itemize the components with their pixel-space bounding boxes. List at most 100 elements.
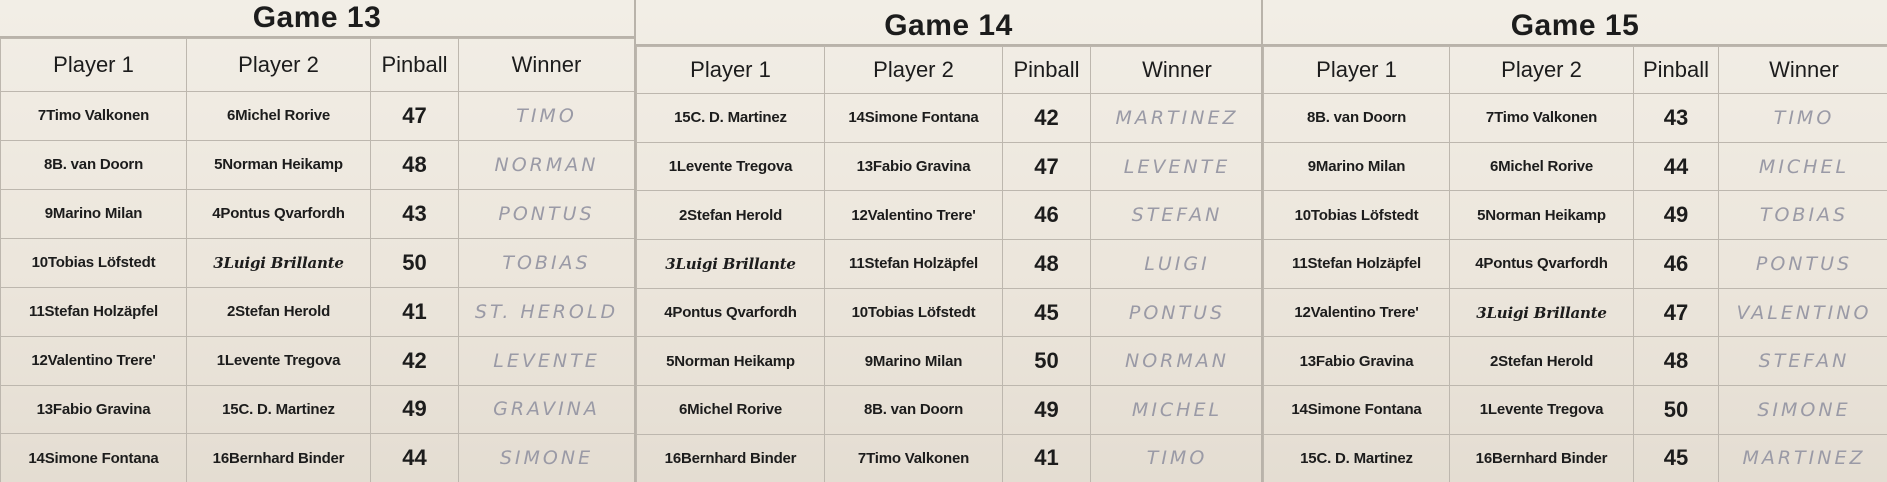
column-header-winner: Winner xyxy=(458,38,635,92)
player-1-cell: 11Stefan Holzäpfel xyxy=(1263,239,1450,289)
player-1-cell: 9Marino Milan xyxy=(0,188,187,239)
player-1-cell: 2Stefan Herold xyxy=(636,190,825,241)
column-header-pinball: Pinball xyxy=(1002,46,1091,94)
game-15-panel: Game 15 Player 1 Player 2 Pinball Winner… xyxy=(1261,0,1887,482)
pinball-cell: 46 xyxy=(1633,239,1719,289)
table-row: 11Stefan Holzäpfel 4Pontus Qvarfordh 46 PON… xyxy=(1263,239,1887,289)
game-14-panel: Game 14 Player 1 Player 2 Pinball Winner… xyxy=(634,0,1264,482)
winner-cell: PONTUS xyxy=(458,188,635,239)
pinball-cell: 43 xyxy=(1633,93,1719,143)
player-2-cell: 6Michel Rorive xyxy=(186,91,371,141)
player-2-cell: 6Michel Rorive xyxy=(1449,141,1634,192)
pinball-cell: 41 xyxy=(1002,433,1091,482)
game-13-panel: Game 13 Player 1 Player 2 Pinball Winner… xyxy=(0,0,635,482)
game-13-table: Player 1 Player 2 Pinball Winner 7Timo V… xyxy=(0,38,635,482)
player-2-cell: 1Levente Tregova xyxy=(186,335,371,386)
game-14-table: Player 1 Player 2 Pinball Winner 15C. D.… xyxy=(636,46,1264,482)
pinball-cell: 42 xyxy=(370,335,459,386)
pinball-cell: 50 xyxy=(1002,336,1091,387)
player-1-cell: 14Simone Fontana xyxy=(1263,385,1450,435)
pinball-cell: 50 xyxy=(1633,385,1719,435)
pinball-cell: 49 xyxy=(370,384,459,435)
game-title: Game 14 xyxy=(636,0,1261,46)
pinball-cell: 44 xyxy=(1633,141,1719,192)
winner-cell: MICHEL xyxy=(1718,141,1887,192)
table-row: 11Stefan Holzäpfel 2Stefan Herold 41 ST. HE… xyxy=(0,286,635,337)
table-row: 13Fabio Gravina 15C. D. Martinez 49 GRAVINA xyxy=(0,384,635,435)
player-2-cell: 16Bernhard Binder xyxy=(1449,433,1634,482)
column-header-pinball: Pinball xyxy=(370,38,459,92)
table-row: 10Tobias Löfstedt 5Norman Heikamp 49 TOBIAS xyxy=(1263,190,1887,241)
winner-cell: TOBIAS xyxy=(458,237,635,288)
player-1-cell: 1Levente Tregova xyxy=(636,141,825,192)
table-row: 14Simone Fontana 16Bernhard Binder 44 SIMON… xyxy=(0,433,635,482)
winner-cell: LUIGI xyxy=(1090,239,1264,289)
column-header-winner: Winner xyxy=(1090,46,1264,94)
game-title: Game 13 xyxy=(0,0,634,38)
pinball-cell: 47 xyxy=(1633,287,1719,338)
score-sheet: Game 13 Player 1 Player 2 Pinball Winner… xyxy=(0,0,1887,482)
pinball-cell: 48 xyxy=(370,139,459,190)
winner-cell: STEFAN xyxy=(1718,336,1887,387)
table-row: 16Bernhard Binder 7Timo Valkonen 41 TIMO xyxy=(636,433,1264,482)
pinball-cell: 49 xyxy=(1633,190,1719,241)
column-header-player-2: Player 2 xyxy=(1449,46,1634,94)
table-row: 4Pontus Qvarfordh 10Tobias Löfstedt 45 PONT… xyxy=(636,287,1264,338)
player-2-cell: 8B. van Doorn xyxy=(824,385,1003,435)
player-1-cell: 6Michel Rorive xyxy=(636,385,825,435)
player-2-cell: 16Bernhard Binder xyxy=(186,433,371,482)
column-header-player-2: Player 2 xyxy=(824,46,1003,94)
pinball-cell: 47 xyxy=(1002,141,1091,192)
player-2-cell: 5Norman Heikamp xyxy=(1449,190,1634,241)
player-2-cell: 5Norman Heikamp xyxy=(186,139,371,190)
header-row: Player 1 Player 2 Pinball Winner xyxy=(0,38,635,92)
player-1-cell: 9Marino Milan xyxy=(1263,141,1450,192)
pinball-cell: 47 xyxy=(370,91,459,141)
player-1-cell: 12Valentino Trere' xyxy=(1263,287,1450,338)
column-header-pinball: Pinball xyxy=(1633,46,1719,94)
table-row: 5Norman Heikamp 9Marino Milan 50 NORMAN xyxy=(636,336,1264,387)
player-2-cell: 11Stefan Holzäpfel xyxy=(824,239,1003,289)
player-2-cell: 15C. D. Martinez xyxy=(186,384,371,435)
player-1-cell: 13Fabio Gravina xyxy=(0,384,187,435)
winner-cell: VALENTINO xyxy=(1718,287,1887,338)
player-2-cell: 14Simone Fontana xyxy=(824,93,1003,143)
table-row: 1Levente Tregova 13Fabio Gravina 47 LEVENTE xyxy=(636,141,1264,192)
table-row: 15C. D. Martinez 16Bernhard Binder 45 MARTI… xyxy=(1263,433,1887,482)
player-2-cell: 3Luigi Brillante xyxy=(186,237,371,288)
player-2-cell: 2Stefan Herold xyxy=(186,286,371,337)
column-header-player-1: Player 1 xyxy=(1263,46,1450,94)
winner-cell: PONTUS xyxy=(1090,287,1264,338)
player-1-cell: 5Norman Heikamp xyxy=(636,336,825,387)
winner-cell: TIMO xyxy=(458,91,635,141)
winner-cell: GRAVINA xyxy=(458,384,635,435)
pinball-cell: 50 xyxy=(370,237,459,288)
pinball-cell: 49 xyxy=(1002,385,1091,435)
player-2-cell: 2Stefan Herold xyxy=(1449,336,1634,387)
pinball-cell: 43 xyxy=(370,188,459,239)
player-1-cell: 14Simone Fontana xyxy=(0,433,187,482)
winner-cell: MARTINEZ xyxy=(1090,93,1264,143)
table-row: 6Michel Rorive 8B. van Doorn 49 MICHEL xyxy=(636,385,1264,435)
table-row: 10Tobias Löfstedt 3Luigi Brillante 50 TOBIA… xyxy=(0,237,635,288)
player-2-cell: 3Luigi Brillante xyxy=(1449,287,1634,338)
winner-cell: ST. HEROLD xyxy=(458,286,635,337)
table-row: 7Timo Valkonen 6Michel Rorive 47 TIMO xyxy=(0,91,635,141)
column-header-player-1: Player 1 xyxy=(636,46,825,94)
table-row: 9Marino Milan 6Michel Rorive 44 MICHEL xyxy=(1263,141,1887,192)
winner-cell: TIMO xyxy=(1718,93,1887,143)
table-row: 8B. van Doorn 5Norman Heikamp 48 NORMAN xyxy=(0,139,635,190)
player-1-cell: 15C. D. Martinez xyxy=(1263,433,1450,482)
column-header-player-2: Player 2 xyxy=(186,38,371,92)
winner-cell: STEFAN xyxy=(1090,190,1264,241)
winner-cell: PONTUS xyxy=(1718,239,1887,289)
table-row: 14Simone Fontana 1Levente Tregova 50 SIMONE xyxy=(1263,385,1887,435)
pinball-cell: 45 xyxy=(1002,287,1091,338)
player-2-cell: 13Fabio Gravina xyxy=(824,141,1003,192)
player-1-cell: 4Pontus Qvarfordh xyxy=(636,287,825,338)
header-row: Player 1 Player 2 Pinball Winner xyxy=(1263,46,1887,94)
table-row: 9Marino Milan 4Pontus Qvarfordh 43 PONTUS xyxy=(0,188,635,239)
pinball-cell: 45 xyxy=(1633,433,1719,482)
winner-cell: MICHEL xyxy=(1090,385,1264,435)
table-row: 13Fabio Gravina 2Stefan Herold 48 STEFAN xyxy=(1263,336,1887,387)
